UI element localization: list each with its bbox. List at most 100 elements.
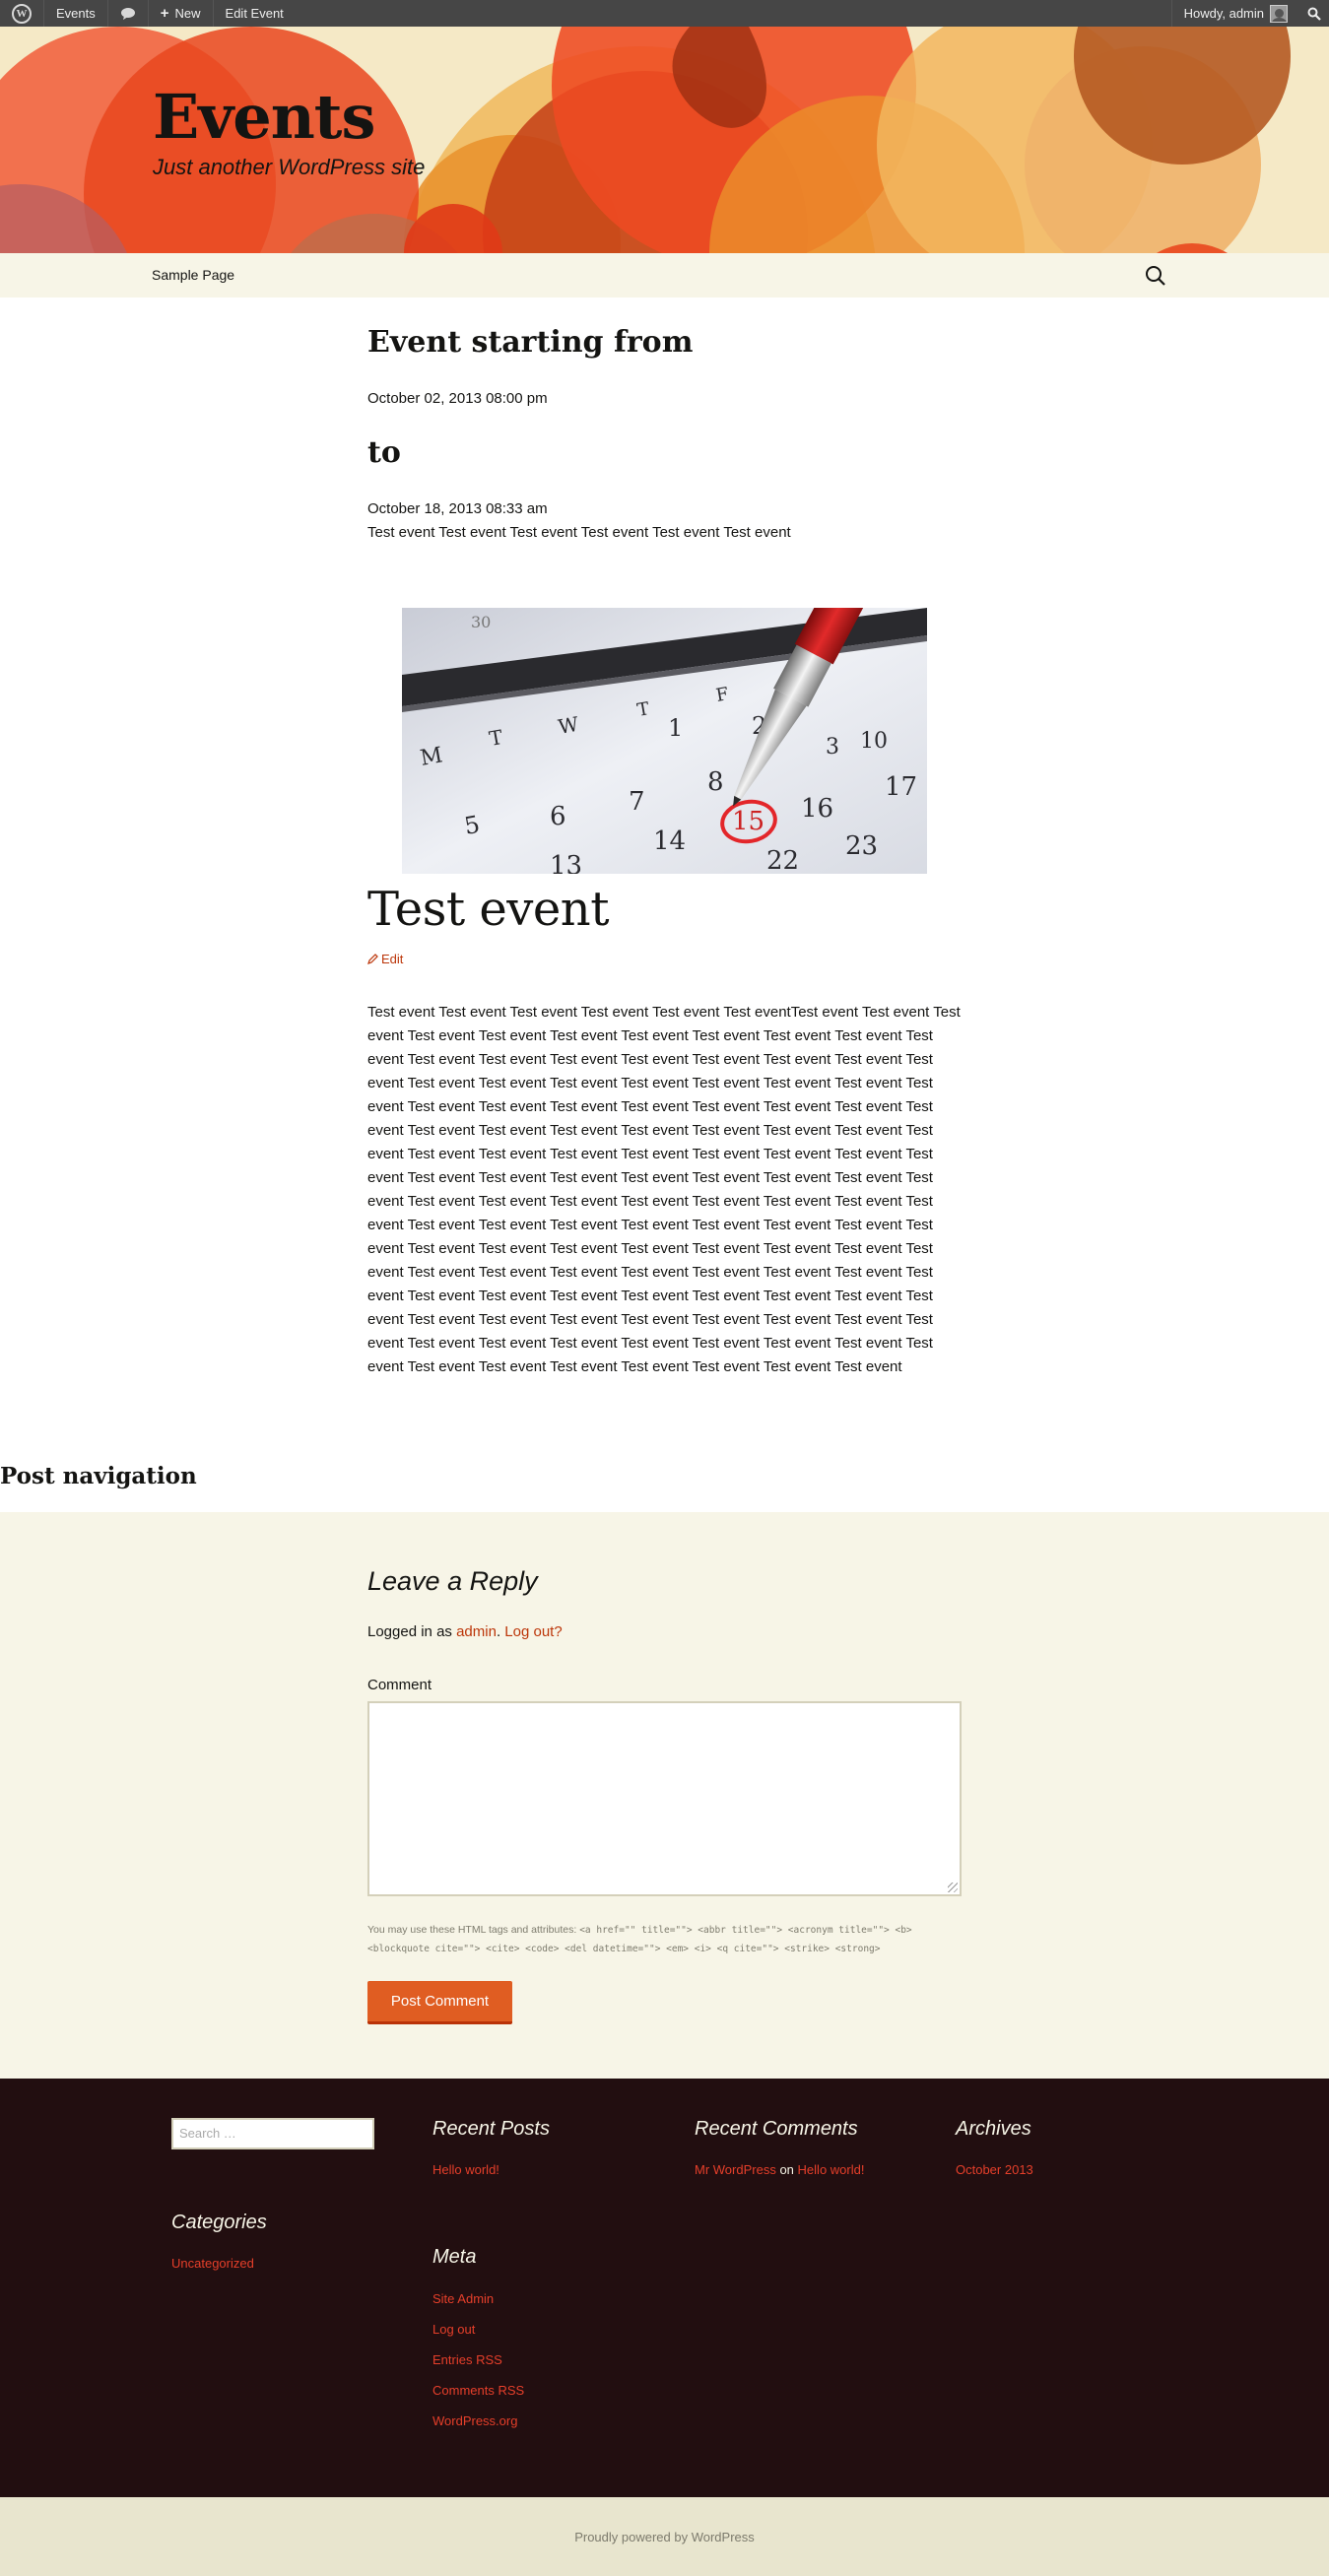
event-start-heading: Event starting from: [367, 325, 694, 360]
comments-link[interactable]: [106, 0, 148, 27]
svg-text:30: 30: [471, 613, 491, 631]
svg-text:1: 1: [668, 714, 683, 742]
logged-in-prefix: Logged in as: [367, 1623, 457, 1640]
meta-link-log-out[interactable]: Log out: [432, 2322, 475, 2337]
nav-item-sample-page[interactable]: Sample Page: [152, 267, 234, 283]
svg-text:17: 17: [885, 772, 917, 802]
post-content-line: event Test event Test event Test event T…: [367, 1098, 933, 1115]
admin-search-button[interactable]: [1299, 0, 1329, 27]
post-content-line: event Test event Test event Test event T…: [367, 1358, 902, 1375]
meta-link-wordpress-org[interactable]: WordPress.org: [432, 2413, 517, 2428]
edit-event-link[interactable]: Edit Event: [212, 0, 296, 27]
svg-text:8: 8: [707, 767, 724, 797]
howdy-label: Howdy, admin: [1183, 6, 1264, 21]
svg-text:3: 3: [826, 735, 839, 760]
site-tagline: Just another WordPress site: [153, 155, 426, 179]
widget-search-input[interactable]: Search …: [171, 2118, 374, 2149]
svg-text:14: 14: [653, 826, 686, 856]
widget-title-categories: Categories: [171, 2212, 267, 2233]
svg-text:23: 23: [845, 831, 878, 861]
post-navigation-heading: Post navigation: [0, 1463, 197, 1489]
edit-link-label: Edit: [381, 952, 404, 966]
svg-text:22: 22: [766, 846, 799, 874]
meta-link-entries-rss[interactable]: Entries RSS: [432, 2352, 502, 2367]
widget-title-meta: Meta: [432, 2246, 477, 2268]
recent-comment-item: Mr WordPress on Hello world!: [695, 2162, 864, 2177]
comment-post-link[interactable]: Hello world!: [798, 2162, 865, 2177]
allowed-tags-note: You may use these HTML tags and attribut…: [367, 1921, 978, 1958]
svg-text:16: 16: [801, 794, 833, 824]
search-icon[interactable]: [1145, 265, 1166, 287]
site-header: Events Just another WordPress site: [0, 27, 1329, 253]
post-content: Test event Test event Test event Test ev…: [367, 1001, 964, 1379]
site-name-link[interactable]: Events: [43, 0, 107, 27]
post-comment-button[interactable]: Post Comment: [367, 1981, 512, 2024]
category-link[interactable]: Uncategorized: [171, 2256, 254, 2271]
post-content-line: event Test event Test event Test event T…: [367, 1027, 933, 1044]
svg-text:M: M: [419, 743, 445, 771]
post-content-line: event Test event Test event Test event T…: [367, 1146, 933, 1162]
site-title[interactable]: Events: [153, 81, 375, 153]
post-content-line: event Test event Test event Test event T…: [367, 1264, 933, 1281]
allowed-tags-list: <blockquote cite=""> <cite> <code> <del …: [367, 1944, 881, 1954]
svg-text:6: 6: [550, 802, 566, 831]
new-content-button[interactable]: + New: [147, 0, 213, 27]
edit-event-label: Edit Event: [225, 6, 284, 21]
post-title: Test event: [367, 882, 610, 937]
footer-widgets: Search … Recent Posts Hello world! Recen…: [0, 2079, 1329, 2497]
plus-icon: +: [160, 5, 169, 22]
allowed-tags-intro: You may use these HTML tags and attribut…: [367, 1924, 577, 1936]
comment-author-link[interactable]: Mr WordPress: [695, 2162, 776, 2177]
event-start-date: October 02, 2013 08:00 pm: [367, 390, 548, 407]
post-content-line: event Test event Test event Test event T…: [367, 1051, 933, 1068]
wordpress-menu[interactable]: W: [0, 0, 43, 27]
event-short-description: Test event Test event Test event Test ev…: [367, 524, 791, 541]
recent-post-link[interactable]: Hello world!: [432, 2162, 499, 2177]
post-content-line: event Test event Test event Test event T…: [367, 1122, 933, 1139]
reply-title: Leave a Reply: [367, 1566, 538, 1596]
svg-text:7: 7: [629, 787, 645, 817]
post-content-line: event Test event Test event Test event T…: [367, 1169, 933, 1186]
calendar-pen-photo-icon: M T W T F 30 1 2 3 10 5 6 7 8 16 17 13 1…: [402, 608, 927, 874]
widget-title-recent-posts: Recent Posts: [432, 2118, 550, 2140]
logged-in-as: Logged in as admin. Log out?: [367, 1623, 563, 1640]
widget-title-archives: Archives: [956, 2118, 1031, 2140]
admin-bar: W Events + New Edit Event Howdy, admin: [0, 0, 1329, 27]
search-icon: [1307, 7, 1321, 21]
resize-handle[interactable]: [948, 1882, 958, 1892]
comment-label: Comment: [367, 1677, 432, 1693]
archive-link[interactable]: October 2013: [956, 2162, 1033, 2177]
widget-title-recent-comments: Recent Comments: [695, 2118, 858, 2140]
profile-link[interactable]: admin: [456, 1623, 497, 1640]
comment-bubble-icon: [120, 7, 135, 20]
avatar: [1270, 4, 1288, 23]
new-label: New: [174, 6, 201, 21]
svg-text:10: 10: [860, 729, 888, 754]
main-navigation: Sample Page: [0, 253, 1329, 297]
svg-text:13: 13: [550, 851, 582, 874]
comment-textarea[interactable]: [367, 1701, 962, 1896]
powered-by-link[interactable]: Proudly powered by WordPress: [574, 2530, 755, 2544]
post-content-line: event Test event Test event Test event T…: [367, 1193, 933, 1210]
comments-area: Leave a Reply Logged in as admin. Log ou…: [0, 1512, 1329, 2079]
edit-post-link[interactable]: Edit: [367, 952, 959, 966]
post-content-line: event Test event Test event Test event T…: [367, 1288, 933, 1304]
event-end-heading: to: [367, 435, 401, 470]
svg-text:15: 15: [732, 807, 764, 836]
pencil-icon: [367, 954, 378, 964]
featured-image: M T W T F 30 1 2 3 10 5 6 7 8 16 17 13 1…: [402, 608, 927, 874]
allowed-tags-list: <a href="" title=""> <abbr title=""> <ac…: [579, 1925, 912, 1936]
comment-on-label: on: [779, 2162, 794, 2177]
event-end-date: October 18, 2013 08:33 am: [367, 500, 548, 517]
meta-link-site-admin[interactable]: Site Admin: [432, 2291, 494, 2306]
wordpress-logo-icon: W: [12, 3, 32, 24]
site-footer: Proudly powered by WordPress: [0, 2497, 1329, 2576]
account-menu[interactable]: Howdy, admin: [1170, 0, 1299, 27]
post-content-line: event Test event Test event Test event T…: [367, 1240, 933, 1257]
post-content-line: Test event Test event Test event Test ev…: [367, 1004, 961, 1021]
post-content-line: event Test event Test event Test event T…: [367, 1335, 933, 1352]
logout-link[interactable]: Log out?: [504, 1623, 562, 1640]
site-name-label: Events: [56, 6, 96, 21]
post-content-line: event Test event Test event Test event T…: [367, 1075, 933, 1091]
meta-link-comments-rss[interactable]: Comments RSS: [432, 2383, 524, 2398]
